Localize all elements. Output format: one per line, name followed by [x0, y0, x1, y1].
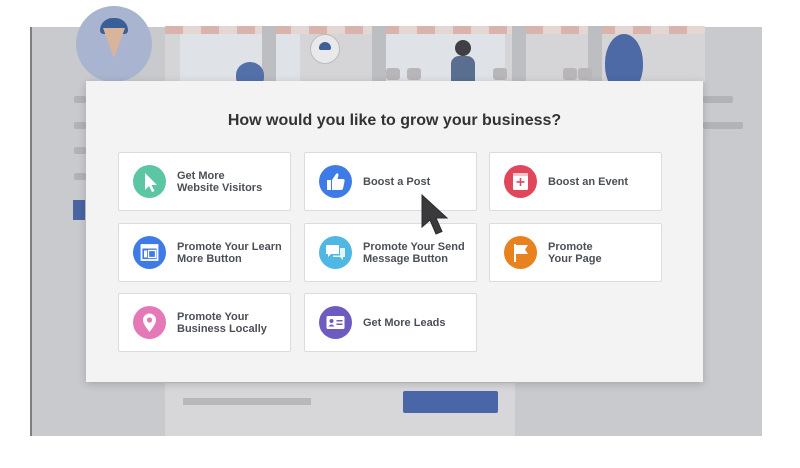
- ice-cream-sign-icon: [310, 34, 340, 64]
- option-learn-more-button[interactable]: Promote Your Learn More Button: [118, 223, 291, 282]
- jar-illustration: [493, 68, 507, 80]
- bg-sidebar-line: [74, 173, 86, 180]
- cursor-pointer-icon: [133, 165, 166, 198]
- dialog-title: How would you like to grow your business…: [227, 112, 562, 129]
- option-label: Boost an Event: [548, 175, 629, 188]
- jar-illustration: [578, 68, 592, 80]
- thumbs-up-icon: [319, 165, 352, 198]
- shopkeeper-illustration: [449, 40, 477, 84]
- option-label: Promote Your Page: [548, 240, 602, 265]
- option-label: Get More Website Visitors: [177, 169, 263, 194]
- mouse-cursor-icon: [421, 193, 449, 235]
- jar-illustration: [563, 68, 577, 80]
- browser-window-icon: [133, 236, 166, 269]
- cover-pillar: [262, 26, 276, 82]
- frame-border: [30, 27, 32, 436]
- cover-pillar: [512, 26, 526, 82]
- bg-right-line: [703, 96, 733, 103]
- map-pin-icon: [133, 306, 166, 339]
- option-promote-page[interactable]: Promote Your Page: [489, 223, 662, 282]
- grow-business-dialog: How would you like to grow your business…: [86, 81, 703, 382]
- option-label: Promote Your Learn More Button: [177, 240, 282, 265]
- bg-sidebar-line: [74, 122, 86, 129]
- bg-sidebar-button: [73, 200, 85, 220]
- bg-bottom-button: [403, 391, 498, 413]
- option-website-visitors[interactable]: Get More Website Visitors: [118, 152, 291, 211]
- option-business-locally[interactable]: Promote Your Business Locally: [118, 293, 291, 352]
- cover-window: [385, 34, 505, 82]
- calendar-plus-icon: [504, 165, 537, 198]
- bg-right-line: [703, 122, 743, 129]
- cover-awning: [165, 26, 705, 34]
- jar-illustration: [407, 68, 421, 80]
- jar-illustration: [386, 68, 400, 80]
- bg-bottom-text: [183, 398, 311, 405]
- option-boost-event[interactable]: Boost an Event: [489, 152, 662, 211]
- option-label: Promote Your Send Message Button: [363, 240, 465, 265]
- option-label: Boost a Post: [363, 175, 431, 188]
- cover-pillar: [372, 26, 386, 82]
- page-avatar: [76, 6, 152, 82]
- option-label: Promote Your Business Locally: [177, 310, 267, 335]
- contact-card-icon: [319, 306, 352, 339]
- option-more-leads[interactable]: Get More Leads: [304, 293, 477, 352]
- flag-icon: [504, 236, 537, 269]
- bg-sidebar-line: [74, 96, 86, 103]
- bg-sidebar-line: [74, 147, 86, 154]
- option-label: Get More Leads: [363, 316, 446, 329]
- chat-bubbles-icon: [319, 236, 352, 269]
